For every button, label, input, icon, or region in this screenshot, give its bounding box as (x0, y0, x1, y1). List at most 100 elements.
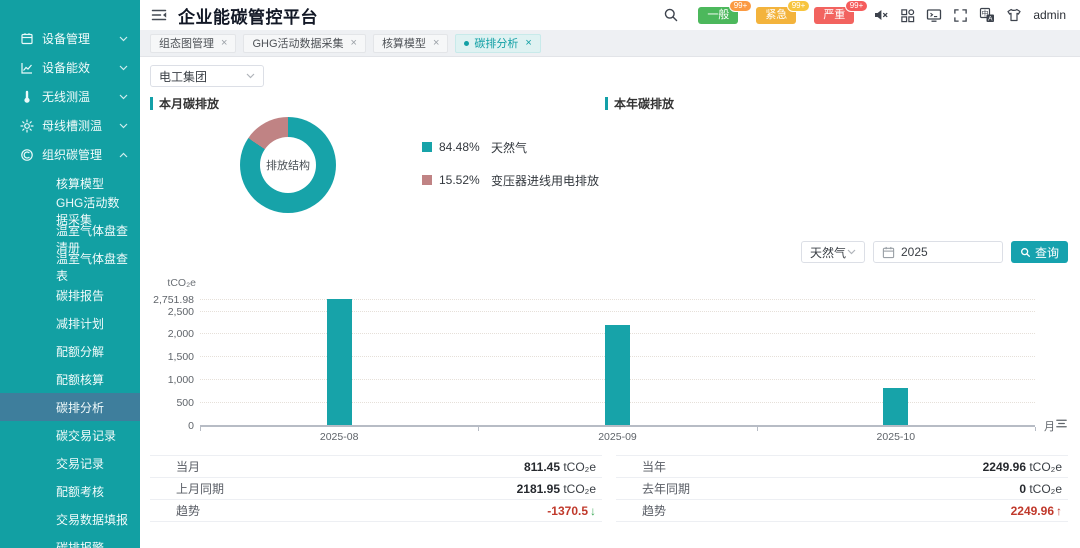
legend-item: 84.48%天然气 (422, 139, 599, 155)
device-icon (20, 32, 34, 46)
sidebar-item-label: 温室气体盘查表 (56, 250, 128, 284)
active-tab-dot (464, 41, 469, 46)
svg-text:A: A (988, 16, 993, 23)
summary-row-label: 当月 (150, 458, 200, 475)
sidebar-item-carbon-analysis[interactable]: 碳排分析 (0, 393, 140, 421)
table-row: 去年同期 0 tCO₂e (616, 478, 1068, 500)
year-date-value: 2025 (901, 245, 928, 259)
summary-row-value: 0 tCO₂e (1019, 482, 1068, 496)
tab-close-icon[interactable]: × (351, 37, 357, 49)
bar-2025-10 (883, 388, 908, 425)
theme-icon[interactable] (1006, 7, 1022, 23)
gridline (200, 299, 1035, 300)
search-icon (1020, 247, 1031, 258)
org-select[interactable]: 电工集团 (150, 65, 264, 87)
alarm-badge-count: 99+ (787, 0, 811, 12)
sidebar-item-wireless-temp[interactable]: 无线测温 (0, 82, 140, 111)
alarm-badge-label: 一般 (707, 9, 729, 21)
y-axis-tick-label: 2,751.98 (150, 294, 194, 306)
tab-carbon-analysis[interactable]: 碳排分析× (455, 34, 540, 53)
tab-close-icon[interactable]: × (433, 37, 439, 49)
busbar-icon (20, 119, 34, 133)
main-area: 企业能碳管控平台 一般99+紧急99+严重99+ 中A admin 组态图管理×… (140, 0, 1080, 548)
sidebar-item-trade-records[interactable]: 交易记录 (0, 449, 140, 477)
sidebar-item-busway-temp[interactable]: 母线槽测温 (0, 111, 140, 140)
year-date-input[interactable]: 2025 (873, 241, 1003, 263)
section-accent-bar (150, 97, 153, 110)
table-row: 当月 811.45 tCO₂e (150, 456, 602, 478)
table-row: 趋势2249.96↑ (616, 500, 1068, 522)
y-axis-tick-label: 2,000 (150, 328, 194, 340)
gas-select[interactable]: 天然气 (801, 241, 865, 263)
sidebar-item-device-efficiency[interactable]: 设备能效 (0, 53, 140, 82)
sidebar-item-carbon-trade-records[interactable]: 碳交易记录 (0, 421, 140, 449)
summary-row-label: 趋势 (150, 502, 200, 519)
screen-icon[interactable] (926, 7, 942, 23)
sidebar-item-device-mgmt[interactable]: 设备管理 (0, 24, 140, 53)
tab-label: 核算模型 (382, 35, 426, 51)
sidebar-item-quota-accounting[interactable]: 配额核算 (0, 365, 140, 393)
sidebar-item-label: 碳排分析 (56, 399, 104, 416)
legend-item: 15.52%变压器进线用电排放 (422, 172, 599, 188)
sidebar-item-quota-decompose[interactable]: 配额分解 (0, 337, 140, 365)
sidebar-item-ghg-data-collect[interactable]: GHG活动数据采集 (0, 197, 140, 225)
donut-hole: 排放结构 (260, 137, 316, 193)
sidebar-item-carbon-alarm[interactable]: 碳排报警 (0, 533, 140, 548)
summary-row-label: 去年同期 (616, 480, 690, 497)
sidebar-item-label: 交易数据填报 (56, 511, 128, 528)
sidebar-item-label: 减排计划 (56, 315, 104, 332)
chart-toolbox-icon[interactable] (1055, 417, 1068, 435)
x-axis-category-label: 2025-08 (294, 431, 384, 443)
sidebar-item-ghg-inventory-list[interactable]: 温室气体盘查清册 (0, 225, 140, 253)
summary-row-label: 上月同期 (150, 480, 224, 497)
y-axis-tick-label: 1,000 (150, 374, 194, 386)
sidebar-item-accounting-model[interactable]: 核算模型 (0, 169, 140, 197)
summary-row-value: -1370.5↓ (547, 504, 602, 518)
summary-row-value: 811.45 tCO₂e (524, 460, 602, 474)
alarm-badge-label: 紧急 (765, 9, 787, 21)
tab-close-icon[interactable]: × (525, 37, 531, 49)
tab-config-diagram-mgmt[interactable]: 组态图管理 × (150, 34, 236, 53)
alarm-badge-general[interactable]: 一般99+ (698, 7, 738, 24)
tab-ghg-data-collect[interactable]: GHG活动数据采集× (243, 34, 366, 53)
summary-value-unit: tCO₂e (1026, 482, 1062, 496)
summary-row-value: 2181.95 tCO₂e (517, 482, 602, 496)
y-axis-tick-label: 500 (150, 397, 194, 409)
bar-2025-08 (327, 299, 352, 425)
summary-row-label: 趋势 (616, 502, 666, 519)
search-icon[interactable] (663, 7, 679, 23)
tab-accounting-model[interactable]: 核算模型 × (373, 34, 448, 53)
chevron-up-icon (119, 152, 128, 158)
query-button[interactable]: 查询 (1011, 241, 1068, 263)
y-axis-tick-label: 0 (150, 420, 194, 432)
menu-fold-icon[interactable] (150, 6, 168, 24)
summary-value-unit: tCO₂e (560, 460, 596, 474)
tab-label: 组态图管理 (159, 35, 214, 51)
legend-percent: 84.48% (439, 140, 491, 154)
x-axis-category-label: 2025-09 (573, 431, 663, 443)
sidebar-item-reduction-plan[interactable]: 减排计划 (0, 309, 140, 337)
translate-icon[interactable]: 中A (979, 7, 995, 23)
fullscreen-icon[interactable] (953, 8, 968, 23)
chevron-down-icon (119, 94, 128, 100)
content: 电工集团 本月碳排放 排放结构 84.48%天然气15.52%变压器进 (140, 57, 1080, 548)
query-button-label: 查询 (1035, 244, 1059, 261)
charts-row: 本月碳排放 排放结构 84.48%天然气15.52%变压器进线用电排放 本年碳排… (150, 95, 1068, 271)
tab-close-icon[interactable]: × (221, 37, 227, 49)
sidebar-item-trade-data-report[interactable]: 交易数据填报 (0, 505, 140, 533)
topbar-right: 一般99+ 紧急99+ 严重99+ 中A admin (663, 7, 1066, 24)
sidebar-item-label: 无线测温 (42, 88, 90, 105)
alarm-badge-urgent[interactable]: 紧急99+ (756, 7, 796, 24)
sidebar-item-label: 设备能效 (42, 59, 90, 76)
sidebar-item-quota-assessment[interactable]: 配额考核 (0, 477, 140, 505)
alarm-badge-critical[interactable]: 严重99+ (814, 7, 854, 24)
sidebar-item-carbon-report[interactable]: 碳排报告 (0, 281, 140, 309)
mute-icon[interactable] (873, 7, 889, 23)
x-axis-tick (757, 427, 758, 431)
year-emission-panel: 本年碳排放 天然气 2025 查询 (605, 95, 1068, 271)
apps-icon[interactable] (900, 8, 915, 23)
sidebar-item-org-carbon-mgmt[interactable]: 组织碳管理 (0, 140, 140, 169)
chevron-down-icon (119, 123, 128, 129)
user-name[interactable]: admin (1033, 8, 1066, 22)
sidebar-item-ghg-inventory-table[interactable]: 温室气体盘查表 (0, 253, 140, 281)
